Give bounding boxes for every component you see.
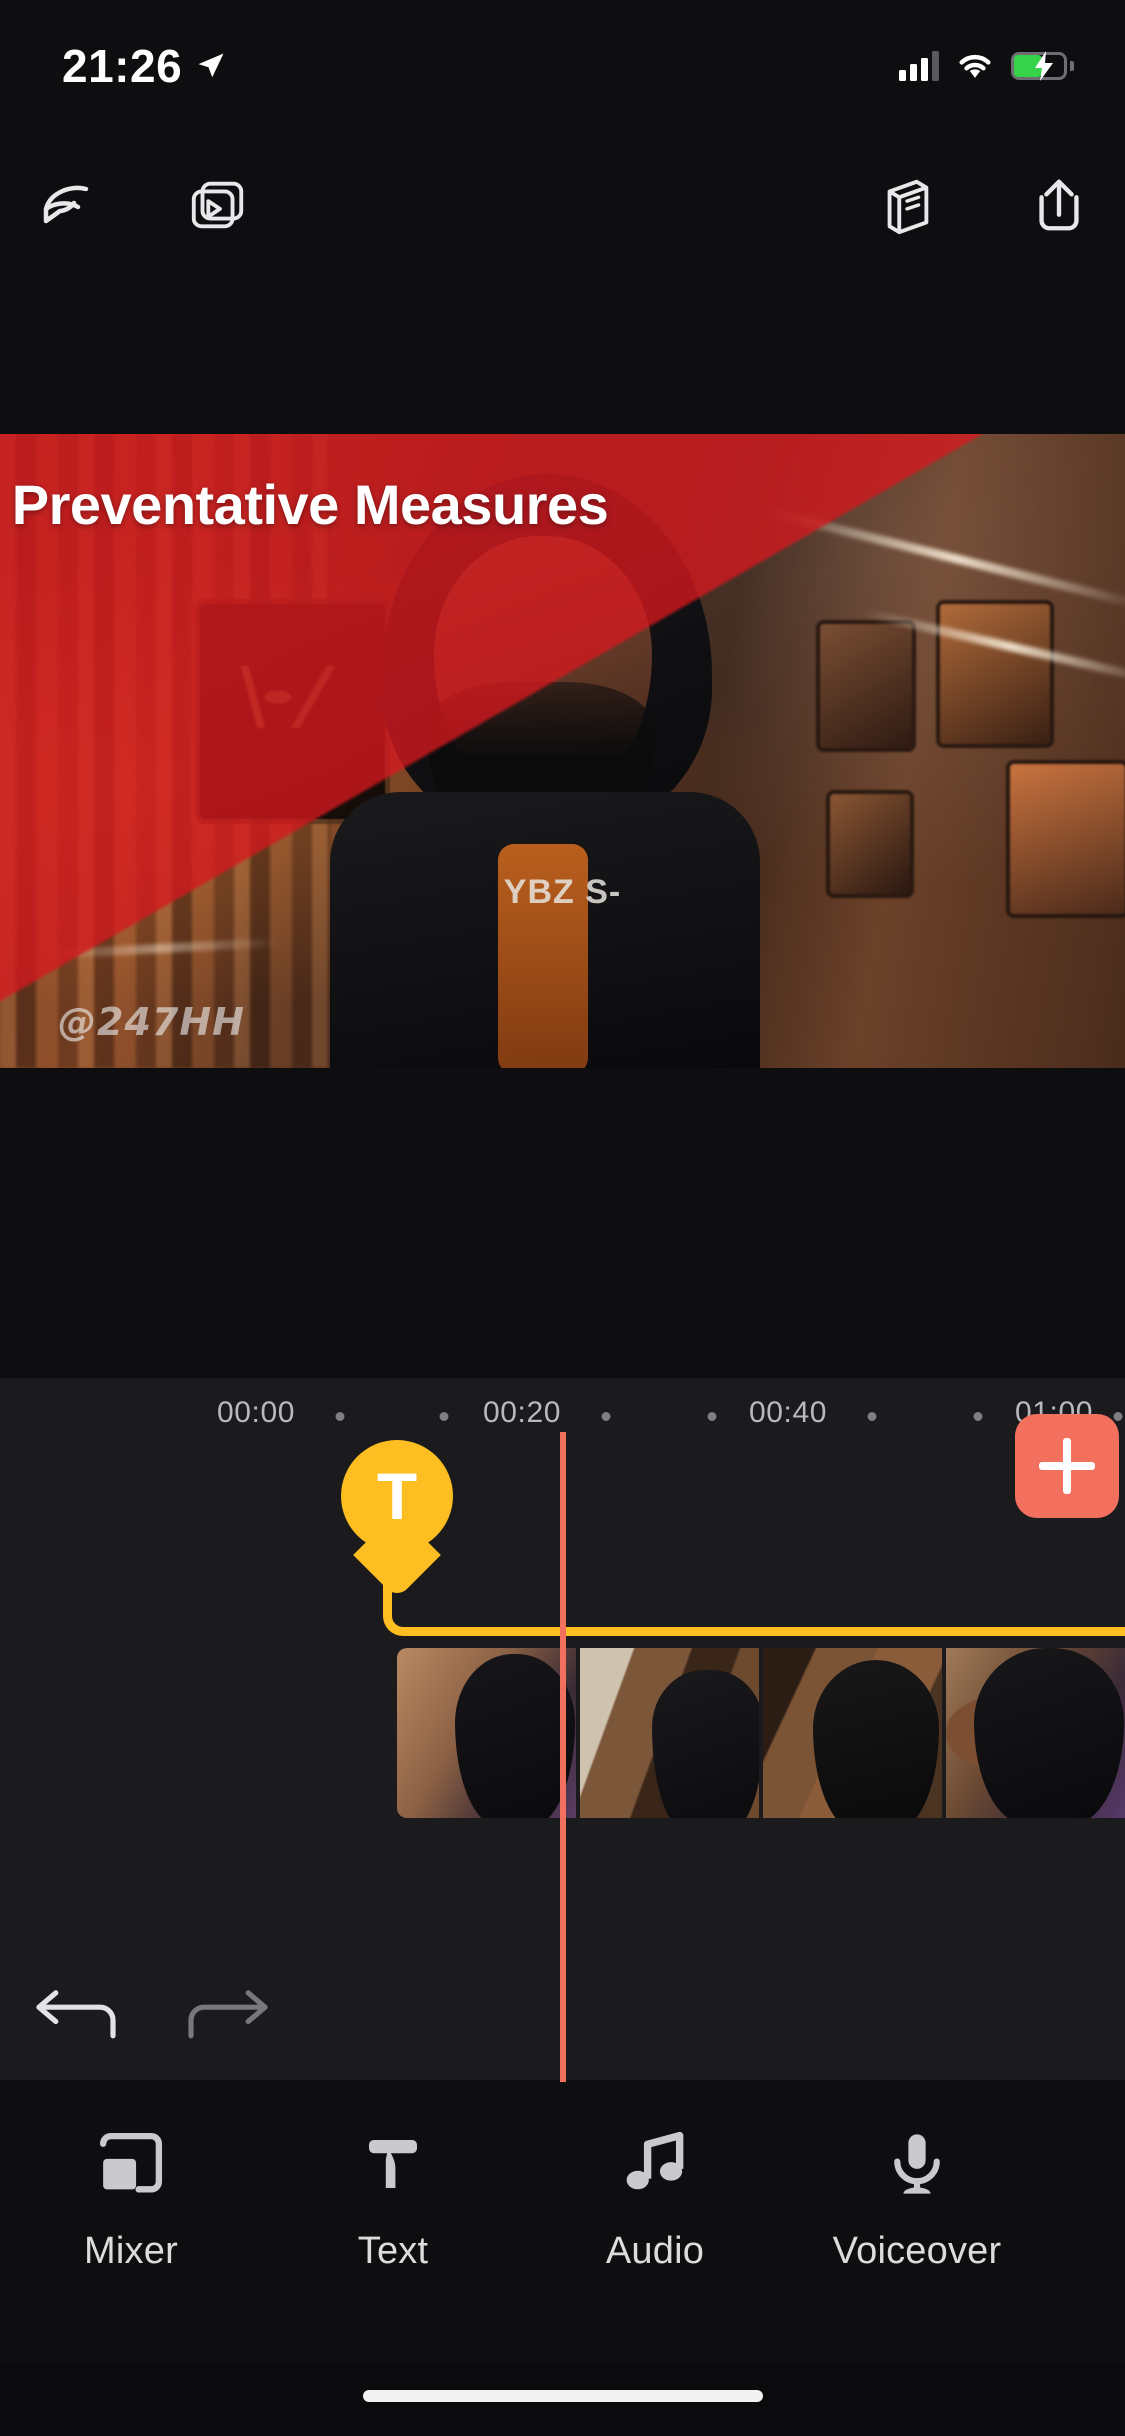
ruler-tick-dot — [1113, 1412, 1123, 1421]
battery-charging-icon — [1011, 51, 1074, 81]
text-clip-marker[interactable]: T — [341, 1440, 453, 1599]
ruler-label: 00:40 — [748, 1396, 828, 1429]
video-canvas[interactable]: YBZ S- Preventative Measures @247HH — [0, 434, 1125, 1068]
book-tutorial-icon — [887, 179, 929, 235]
ruler-tick-dot — [439, 1412, 449, 1421]
microphone-icon — [880, 2118, 954, 2210]
share-export-icon — [1039, 179, 1079, 231]
ruler-tick-dot — [973, 1412, 983, 1421]
text-t-icon: T — [376, 1459, 418, 1533]
clip-thumbnail — [397, 1648, 576, 1818]
tab-audio[interactable]: Audio — [524, 2118, 786, 2273]
text-track-bar[interactable] — [383, 1578, 1125, 1636]
home-indicator — [362, 2390, 763, 2402]
plus-icon — [1039, 1438, 1095, 1494]
status-bar-clock: 21:26 — [62, 40, 183, 92]
cellular-bars-icon — [899, 51, 939, 81]
video-title-overlay[interactable]: Preventative Measures — [0, 472, 620, 538]
tutorial-button[interactable] — [861, 159, 953, 251]
tab-mixer[interactable]: Mixer — [0, 2118, 262, 2273]
timeline-clip[interactable] — [580, 1648, 759, 1818]
wifi-icon — [959, 54, 991, 78]
tab-label: Voiceover — [832, 2230, 1002, 2272]
ruler-tick-dot — [707, 1412, 717, 1421]
redo-button[interactable] — [180, 1970, 280, 2060]
tab-filters[interactable]: Filters — [1048, 2118, 1125, 2273]
tab-label: Mixer — [84, 2230, 178, 2272]
timeline-clip[interactable] — [763, 1648, 942, 1818]
text-t-icon — [357, 2118, 429, 2210]
music-note-icon — [618, 2118, 692, 2210]
ruler-tick-dot — [335, 1412, 345, 1421]
ruler-tick-dot — [867, 1412, 877, 1421]
status-bar-right — [899, 51, 1074, 81]
preview-area: YBZ S- Preventative Measures @247HH 00:1… — [0, 278, 1125, 1467]
playhead-indicator[interactable] — [560, 1432, 566, 2082]
status-bar-left: 21:26 — [62, 43, 226, 89]
picture-in-picture-icon — [93, 2118, 169, 2210]
share-export-button[interactable] — [1013, 159, 1105, 251]
media-library-button[interactable] — [172, 159, 264, 251]
video-watermark: @247HH — [58, 1000, 245, 1044]
timeline-ruler[interactable]: 00:00 00:20 00:40 01:00 — [0, 1378, 1125, 1440]
bottom-tabbar: Mixer Text Audio Voiceover — [0, 2080, 1125, 2362]
back-arrow-icon — [43, 185, 89, 224]
location-arrow-icon — [198, 53, 224, 78]
top-toolbar — [0, 132, 1125, 278]
tab-label: Audio — [605, 2230, 705, 2272]
timeline-clip[interactable] — [946, 1648, 1125, 1818]
undo-icon — [36, 1990, 116, 2039]
ruler-tick-dot — [601, 1412, 611, 1421]
clip-thumbnail — [763, 1648, 942, 1818]
undo-button[interactable] — [24, 1970, 124, 2060]
add-clip-button[interactable] — [1015, 1414, 1119, 1518]
app-screen: 21:26 Preventative Measures @247HH 00:00… — [0, 0, 1125, 2436]
redo-icon — [188, 1990, 268, 2039]
timeline-clip[interactable] — [397, 1648, 576, 1818]
video-clip-track[interactable] — [397, 1648, 1125, 1818]
tab-text[interactable]: Text — [262, 2118, 524, 2273]
tab-voiceover[interactable]: Voiceover — [786, 2118, 1048, 2273]
ruler-label: 00:00 — [216, 1396, 296, 1429]
media-library-icon — [191, 181, 244, 229]
clip-thumbnail — [580, 1648, 759, 1818]
tab-label: Text — [357, 2230, 429, 2272]
ruler-label: 00:20 — [482, 1396, 562, 1429]
clip-thumbnail — [946, 1648, 1125, 1818]
back-arrow-button[interactable] — [20, 159, 112, 251]
status-bar: 21:26 — [0, 0, 1125, 132]
